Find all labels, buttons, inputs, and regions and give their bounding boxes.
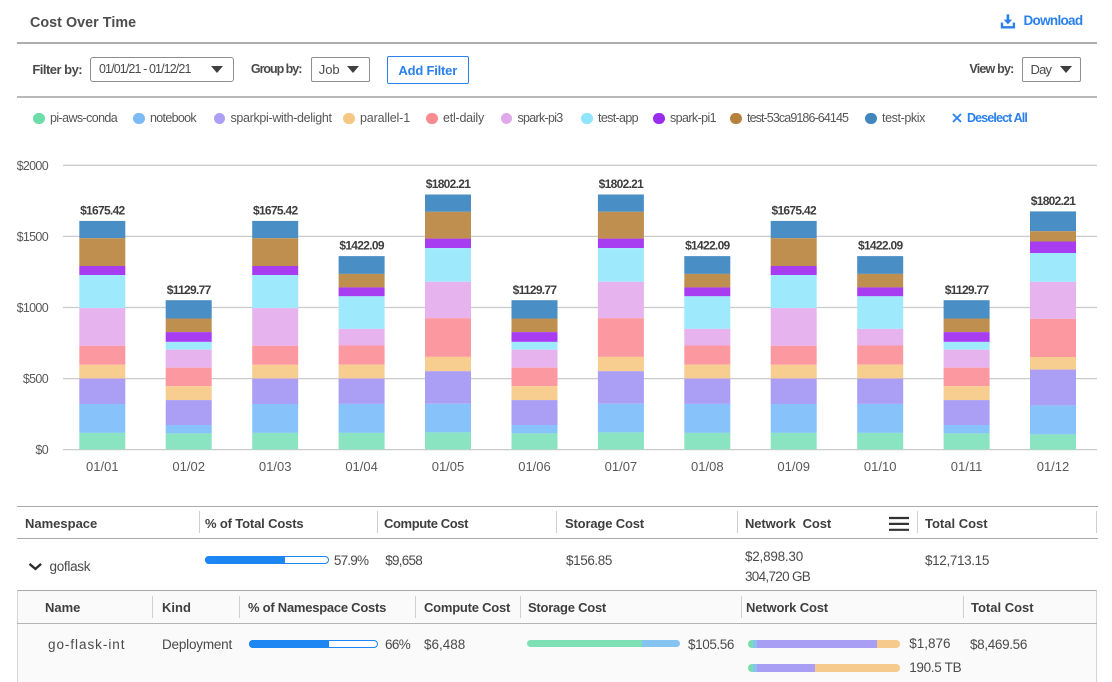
- svg-text:$1675.42: $1675.42: [80, 204, 125, 218]
- svg-text:01/10: 01/10: [864, 459, 897, 474]
- svg-text:01/12: 01/12: [1037, 459, 1070, 474]
- svg-text:$1422.09: $1422.09: [858, 239, 903, 253]
- svg-text:01/02: 01/02: [172, 459, 205, 474]
- svg-text:$0: $0: [35, 443, 48, 457]
- svg-text:$1675.42: $1675.42: [771, 204, 816, 218]
- svg-text:01/04: 01/04: [345, 459, 378, 474]
- svg-text:01/11: 01/11: [951, 459, 983, 474]
- svg-text:$1422.09: $1422.09: [685, 239, 730, 253]
- svg-text:01/06: 01/06: [518, 459, 551, 474]
- svg-text:01/09: 01/09: [777, 459, 810, 474]
- svg-text:$1129.77: $1129.77: [513, 283, 558, 297]
- svg-text:$500: $500: [23, 372, 49, 386]
- svg-text:$1802.21: $1802.21: [426, 177, 471, 191]
- svg-text:$1500: $1500: [17, 230, 49, 244]
- svg-text:$1422.09: $1422.09: [339, 239, 384, 253]
- svg-text:01/01: 01/01: [86, 459, 119, 474]
- svg-text:01/03: 01/03: [259, 459, 292, 474]
- svg-text:$1675.42: $1675.42: [253, 204, 298, 218]
- svg-text:01/08: 01/08: [691, 459, 724, 474]
- svg-text:$1802.21: $1802.21: [1031, 194, 1076, 208]
- svg-text:$1000: $1000: [17, 301, 49, 315]
- svg-text:01/07: 01/07: [605, 459, 638, 474]
- svg-text:01/05: 01/05: [432, 459, 465, 474]
- svg-text:$2000: $2000: [17, 159, 49, 173]
- svg-text:$1129.77: $1129.77: [167, 283, 212, 297]
- svg-text:$1129.77: $1129.77: [945, 283, 990, 297]
- svg-text:$1802.21: $1802.21: [599, 177, 644, 191]
